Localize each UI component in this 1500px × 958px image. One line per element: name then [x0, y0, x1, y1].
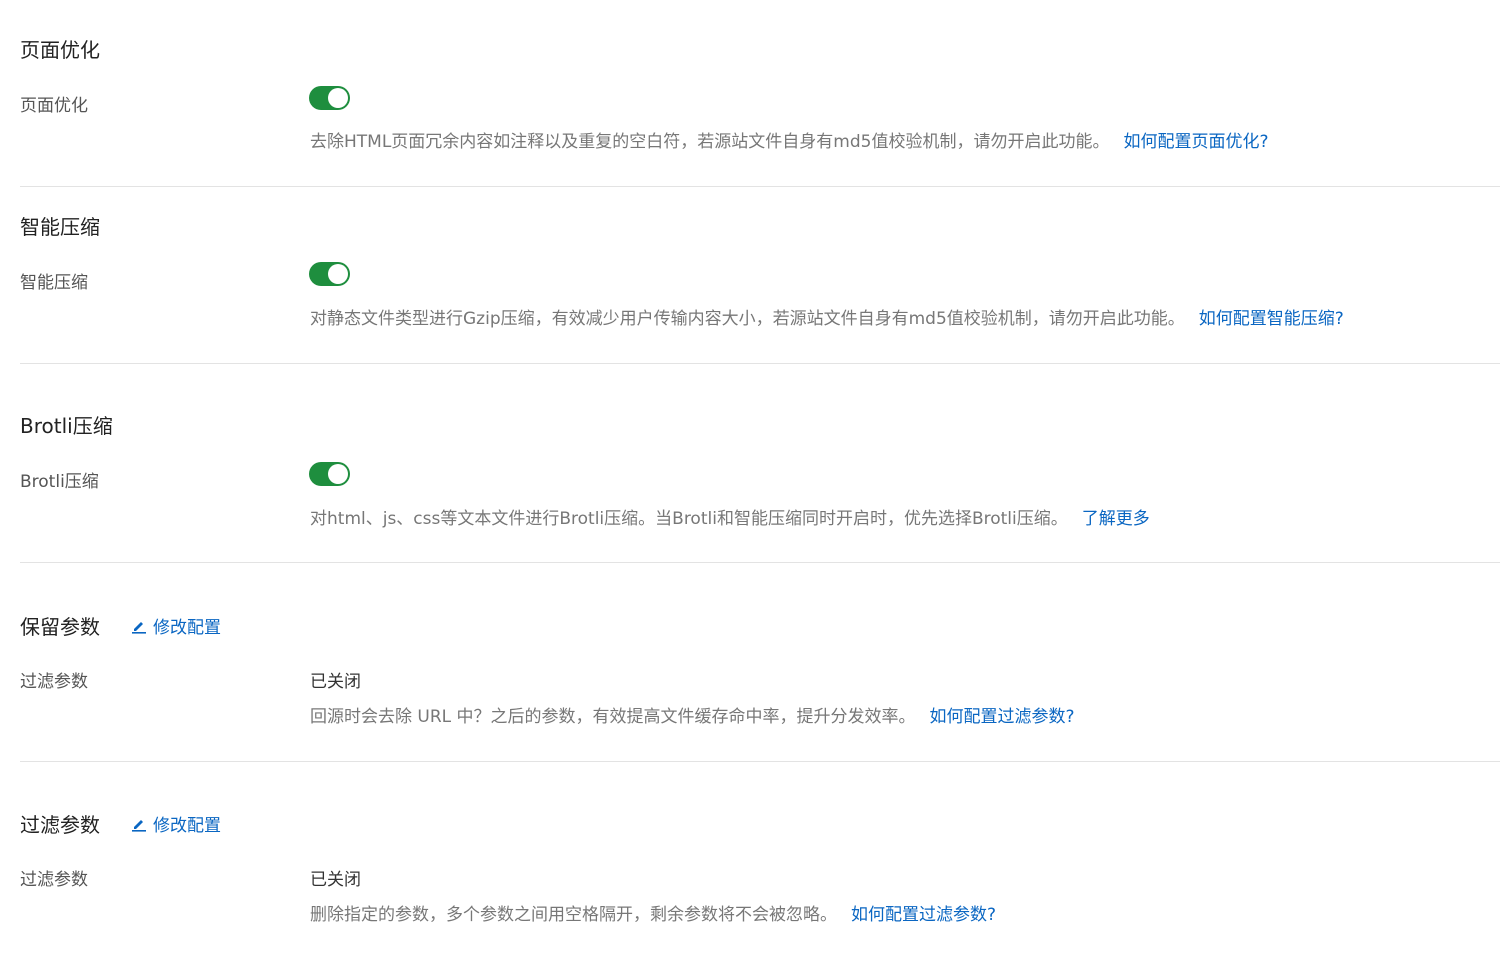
smart-compression-help-link[interactable]: 如何配置智能压缩?	[1199, 309, 1344, 329]
toggle-knob	[328, 464, 348, 484]
filter-params-status: 已关闭	[310, 865, 361, 890]
pencil-icon	[131, 618, 147, 634]
smart-compression-toggle[interactable]	[309, 262, 350, 286]
desc-text: 对静态文件类型进行Gzip压缩，有效减少用户传输内容大小，若源站文件自身有md5…	[310, 309, 1185, 329]
desc-text: 对html、js、css等文本文件进行Brotli压缩。当Brotli和智能压缩…	[310, 509, 1068, 529]
filter-params-label: 过滤参数	[20, 865, 88, 890]
toggle-knob	[328, 88, 348, 108]
page-optimization-toggle[interactable]	[309, 86, 350, 110]
pencil-icon	[131, 816, 147, 832]
desc-text: 回源时会去除 URL 中？之后的参数，有效提高文件缓存命中率，提升分发效率。	[310, 707, 916, 727]
brotli-learn-more-link[interactable]: 了解更多	[1082, 509, 1150, 529]
brotli-label: Brotli压缩	[20, 467, 99, 492]
smart-compression-label: 智能压缩	[20, 268, 88, 293]
desc-text: 删除指定的参数，多个参数之间用空格隔开，剩余参数将不会被忽略。	[310, 905, 837, 925]
divider	[20, 562, 1500, 563]
divider	[20, 186, 1500, 187]
filter-params-desc: 删除指定的参数，多个参数之间用空格隔开，剩余参数将不会被忽略。如何配置过滤参数?	[310, 900, 996, 925]
brotli-toggle[interactable]	[309, 462, 350, 486]
section-title-page-optimization: 页面优化	[20, 34, 100, 63]
divider	[20, 363, 1500, 364]
desc-text: 去除HTML页面冗余内容如注释以及重复的空白符，若源站文件自身有md5值校验机制…	[310, 132, 1109, 152]
toggle-knob	[328, 264, 348, 284]
edit-label: 修改配置	[153, 811, 221, 836]
page-optimization-label: 页面优化	[20, 91, 88, 116]
retain-params-label: 过滤参数	[20, 667, 88, 692]
section-title-filter-params: 过滤参数	[20, 809, 100, 838]
page-optimization-desc: 去除HTML页面冗余内容如注释以及重复的空白符，若源站文件自身有md5值校验机制…	[310, 127, 1269, 152]
section-title-brotli: Brotli压缩	[20, 410, 113, 439]
retain-params-edit-button[interactable]: 修改配置	[131, 613, 221, 638]
section-title-smart-compression: 智能压缩	[20, 211, 100, 240]
section-title-retain-params: 保留参数	[20, 611, 100, 640]
retain-params-status: 已关闭	[310, 667, 361, 692]
filter-params-edit-button[interactable]: 修改配置	[131, 811, 221, 836]
page-optimization-help-link[interactable]: 如何配置页面优化?	[1123, 132, 1268, 152]
divider	[20, 761, 1500, 762]
filter-params-help-link[interactable]: 如何配置过滤参数?	[851, 905, 996, 925]
retain-params-help-link[interactable]: 如何配置过滤参数?	[930, 707, 1075, 727]
edit-label: 修改配置	[153, 613, 221, 638]
smart-compression-desc: 对静态文件类型进行Gzip压缩，有效减少用户传输内容大小，若源站文件自身有md5…	[310, 304, 1344, 329]
brotli-desc: 对html、js、css等文本文件进行Brotli压缩。当Brotli和智能压缩…	[310, 504, 1150, 529]
retain-params-desc: 回源时会去除 URL 中？之后的参数，有效提高文件缓存命中率，提升分发效率。如何…	[310, 702, 1075, 727]
